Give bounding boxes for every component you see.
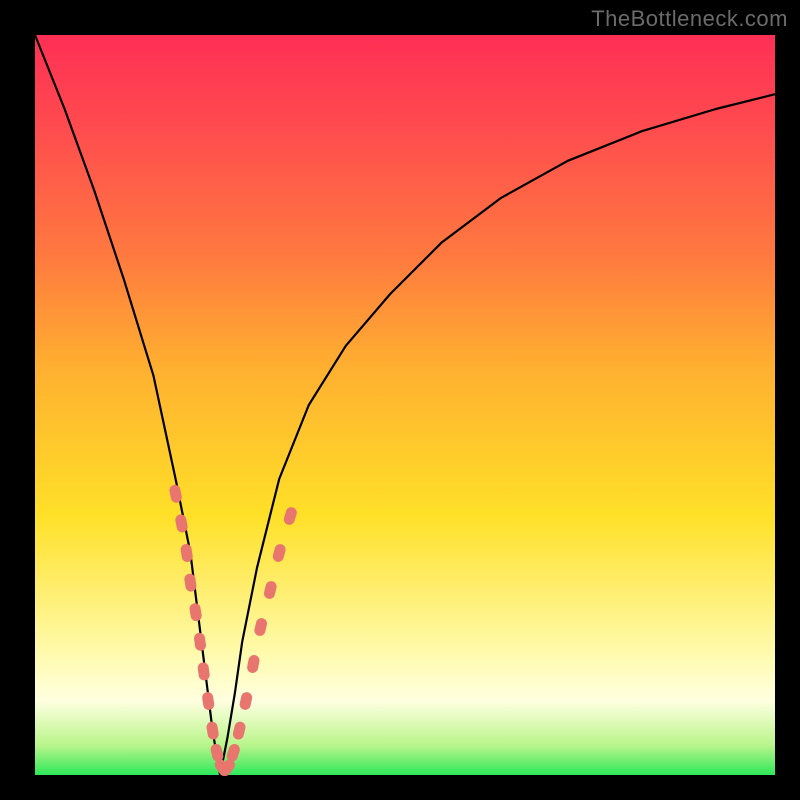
chart-svg <box>35 35 775 775</box>
curve-marker <box>206 721 220 741</box>
curve-marker <box>184 573 198 592</box>
curve-marker <box>197 662 210 681</box>
curve-marker <box>180 543 194 562</box>
curve-marker <box>263 580 278 600</box>
chart-frame: TheBottleneck.com <box>0 0 800 800</box>
curve-marker <box>282 506 298 526</box>
watermark-text: TheBottleneck.com <box>591 6 788 32</box>
plot-area <box>35 35 775 775</box>
bottleneck-curve <box>35 35 775 775</box>
marker-group <box>168 484 298 778</box>
curve-marker <box>232 721 247 741</box>
curve-marker <box>272 543 287 563</box>
curve-marker <box>253 617 268 637</box>
curve-marker <box>246 654 260 674</box>
curve-marker <box>201 691 215 710</box>
curve-marker <box>193 632 206 651</box>
curve-marker <box>189 602 203 622</box>
curve-marker <box>239 691 253 711</box>
